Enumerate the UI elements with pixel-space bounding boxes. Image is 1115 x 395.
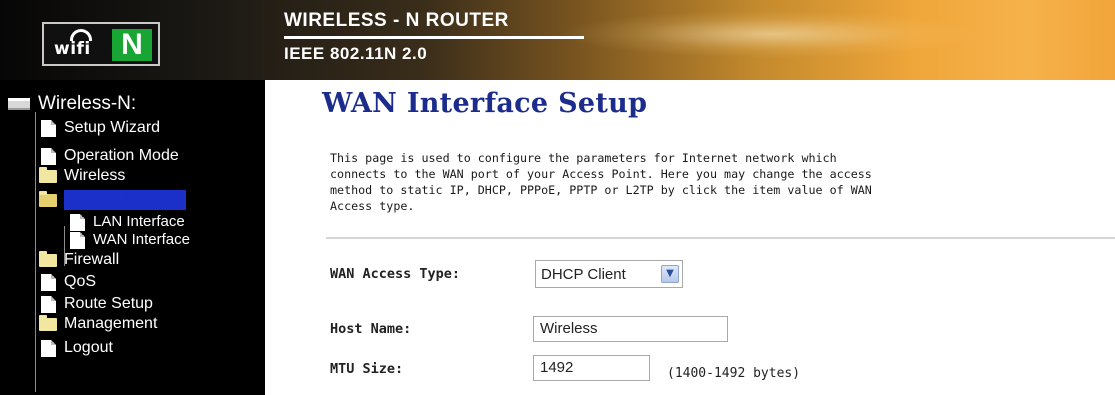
header-swoosh [560,10,980,58]
sidebar-item-logout[interactable]: Logout [41,338,113,358]
brand-subtitle: IEEE 802.11N 2.0 [284,44,428,63]
folder-open-icon [39,190,57,207]
sidebar-item-label: Setup Wizard [64,119,161,136]
sidebar-root: Wireless-N: [8,94,136,114]
sidebar-item-label: QoS [64,273,97,290]
sidebar-item-label: Operation Mode [64,147,179,164]
wan-access-type-label: WAN Access Type: [330,266,461,282]
brand-divider [284,36,584,39]
wifi-n-logo: wifi N [42,22,160,66]
wifi-logo-text: wifi [50,29,112,60]
document-icon [70,231,85,249]
description-line: method to static IP, DHCP, PPPoE, PPTP o… [330,183,872,197]
description-line: connects to the WAN port of your Access … [330,167,872,181]
description-line: This page is used to configure the param… [330,151,837,165]
router-icon [8,98,30,110]
sidebar-item-management[interactable]: Management [39,314,157,334]
tree-line [35,112,36,392]
folder-icon [39,314,57,331]
sidebar-item-label-active: TCP/IP Settings [64,190,186,210]
sidebar-item-wireless[interactable]: Wireless [39,166,125,186]
sidebar-item-label: Firewall [64,251,120,268]
sidebar-item-label: Logout [64,339,113,356]
sidebar-item-label: Management [64,315,158,332]
document-icon [41,295,56,313]
sidebar-nav: Wireless-N: Setup Wizard Operation Mode … [0,80,265,395]
document-icon [41,339,56,357]
section-divider [326,237,1115,239]
brand-title: WIRELESS - N ROUTER [284,10,509,31]
sidebar-item-tcpip-settings[interactable]: TCP/IP Settings [39,190,186,210]
logo-n-badge: N [112,29,152,61]
sidebar-item-label: Wireless [64,167,126,184]
header-banner: wifi N WIRELESS - N ROUTER IEEE 802.11N … [0,0,1115,80]
wifi-arcs-icon [70,29,92,41]
document-icon [41,147,56,165]
sidebar-item-operation-mode[interactable]: Operation Mode [41,146,179,166]
mtu-size-label: MTU Size: [330,361,404,377]
wifi-label: wifi [54,39,91,59]
description-line: Access type. [330,199,415,213]
sidebar-item-lan-interface[interactable]: LAN Interface [70,212,185,232]
sidebar-item-wan-interface[interactable]: WAN Interface [70,230,190,250]
sidebar-item-setup-wizard[interactable]: Setup Wizard [41,118,160,138]
folder-icon [39,166,57,183]
wan-access-type-value: DHCP Client [541,265,626,283]
folder-icon [39,250,57,267]
mtu-size-input[interactable]: 1492 [533,355,650,381]
host-name-input[interactable]: Wireless [533,316,728,342]
sidebar-item-route-setup[interactable]: Route Setup [41,294,153,314]
sidebar-item-label: LAN Interface [93,213,185,230]
page-title: WAN Interface Setup [322,88,648,119]
page-description: This page is used to configure the param… [330,150,1115,214]
sidebar-root-label: Wireless-N: [38,93,137,114]
sidebar-item-label: Route Setup [64,295,153,312]
host-name-label: Host Name: [330,321,412,337]
sidebar-item-firewall[interactable]: Firewall [39,250,119,270]
document-icon [70,213,85,231]
wan-access-type-select[interactable]: DHCP Client ▼ [535,260,683,288]
sidebar-item-label: WAN Interface [93,231,190,248]
sidebar-item-qos[interactable]: QoS [41,272,96,292]
document-icon [41,119,56,137]
document-icon [41,273,56,291]
mtu-size-hint: (1400-1492 bytes) [667,366,801,381]
chevron-down-icon[interactable]: ▼ [661,265,679,283]
